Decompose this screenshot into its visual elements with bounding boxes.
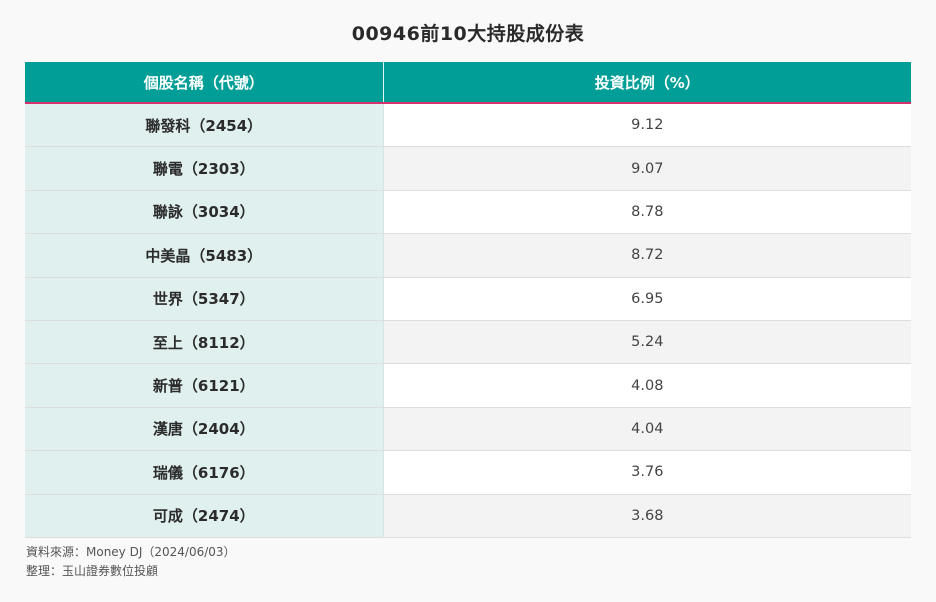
table-row: 瑞儀（6176） 3.76 <box>25 451 911 495</box>
table-title: 00946前10大持股成份表 <box>351 23 585 45</box>
source-note: 資料來源：Money DJ（2024/06/03） <box>26 545 236 559</box>
stock-name-cell: 世界（5347） <box>25 277 384 320</box>
stock-name-cell: 中美晶（5483） <box>25 234 384 277</box>
table-row: 漢唐（2404） 4.04 <box>25 407 911 452</box>
investment-ratio-cell: 9.07 <box>383 147 911 190</box>
table-row: 聯電（2303） 9.07 <box>25 147 911 191</box>
compiled-by-note: 整理：玉山證券數位投顧 <box>26 564 159 578</box>
stock-name-cell: 新普（6121） <box>25 364 384 407</box>
stock-name-cell: 至上（8112） <box>25 320 384 364</box>
investment-ratio-cell: 5.24 <box>383 320 911 364</box>
stock-name-cell: 瑞儀（6176） <box>25 451 384 494</box>
investment-ratio-cell: 3.76 <box>383 451 911 494</box>
stock-name-cell: 漢唐（2404） <box>25 407 384 451</box>
table-row: 世界（5347） 6.95 <box>25 277 911 321</box>
stock-name-cell: 可成（2474） <box>25 494 384 537</box>
table-row: 中美晶（5483） 8.72 <box>25 234 911 278</box>
investment-ratio-cell: 8.78 <box>383 190 911 234</box>
table-row: 聯發科（2454） 9.12 <box>25 104 911 148</box>
stock-name-cell: 聯詠（3034） <box>25 190 384 234</box>
table-header-row: 個股名稱（代號） 投資比例（%） <box>25 62 911 104</box>
holdings-table: 個股名稱（代號） 投資比例（%） 聯發科（2454） 9.12 聯電（2303） 9.… <box>25 62 911 538</box>
investment-ratio-cell: 4.08 <box>383 364 911 407</box>
table-row: 新普（6121） 4.08 <box>25 364 911 408</box>
investment-ratio-cell: 4.04 <box>383 407 911 451</box>
table-row: 可成（2474） 3.68 <box>25 494 911 538</box>
header-stock-name: 個股名稱（代號） <box>25 62 384 102</box>
investment-ratio-cell: 3.68 <box>383 494 911 537</box>
stock-name-cell: 聯電（2303） <box>25 147 384 190</box>
table-row: 至上（8112） 5.24 <box>25 320 911 365</box>
investment-ratio-cell: 6.95 <box>383 277 911 320</box>
table-row: 聯詠（3034） 8.78 <box>25 190 911 235</box>
header-investment-ratio: 投資比例（%） <box>594 73 700 92</box>
investment-ratio-cell: 9.12 <box>383 104 911 147</box>
table-body: 聯發科（2454） 9.12 聯電（2303） 9.07 聯詠（3034） 8.78 中美晶… <box>25 104 911 538</box>
footer-notes: 資料來源：Money DJ（2024/06/03） 整理：玉山證券數位投顧 <box>26 543 236 581</box>
investment-ratio-cell: 8.72 <box>383 234 911 277</box>
stock-name-cell: 聯發科（2454） <box>25 104 384 147</box>
